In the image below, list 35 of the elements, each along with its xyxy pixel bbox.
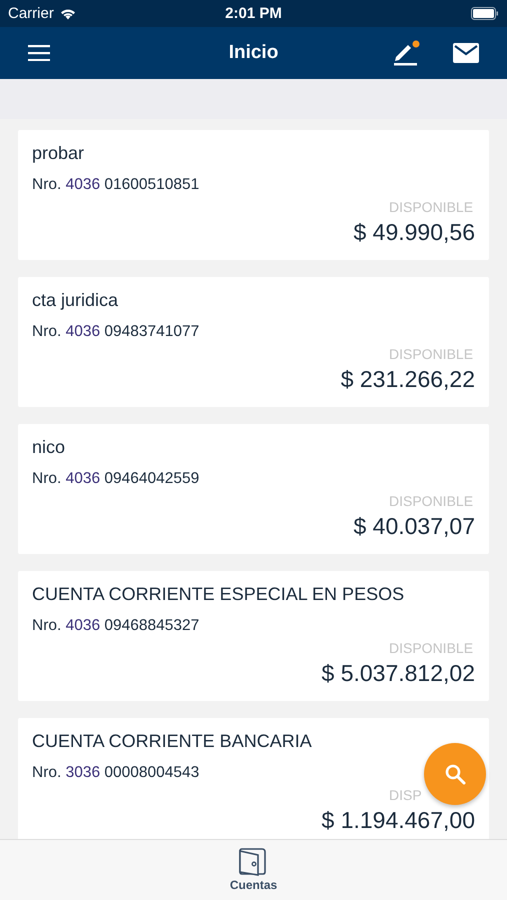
balance-label: DISPONIBLE (389, 346, 474, 362)
balance-amount: $ 49.990,56 (353, 219, 475, 246)
balance-label: DISPONIBLE (389, 199, 474, 215)
carrier-name: Carrier (8, 5, 54, 22)
account-number: Nro. 4036 09464042559 (32, 470, 200, 488)
account-card[interactable]: probar Nro. 4036 01600510851 DISPONIBLE $ 49.990,56 (18, 130, 489, 260)
account-number: Nro. 4036 09468845327 (32, 617, 200, 635)
battery-icon (471, 7, 499, 20)
account-name: nico (32, 437, 66, 458)
balance-amount: $ 231.266,22 (340, 366, 475, 393)
account-name: CUENTA CORRIENTE ESPECIAL EN PESOS (32, 584, 406, 605)
balance-amount: $ 1.194.467,00 (322, 807, 475, 834)
clock-time: 2:01 PM (225, 5, 282, 22)
balance-amount: $ 5.037.812,02 (322, 660, 475, 687)
pen-icon[interactable] (393, 40, 421, 66)
balance-label: DISPONIBLE (389, 493, 474, 509)
accounts-tab[interactable]: Cuentas (220, 840, 288, 900)
account-card[interactable]: CUENTA CORRIENTE BANCARIA Nro. 3036 00008004543 DISP $ 1.194.467,00 (18, 718, 489, 839)
screen-title: Inicio (228, 42, 278, 64)
account-name: cta juridica (32, 290, 120, 311)
mail-icon[interactable] (453, 43, 479, 63)
account-card[interactable]: cta juridica Nro. 4036 09483741077 DISPONIBLE $ 231.266,22 (18, 277, 489, 407)
balance-label: DISP (389, 787, 423, 803)
wifi-icon (60, 8, 76, 20)
balance-label: DISPONIBLE (389, 640, 474, 656)
account-name: probar (32, 143, 86, 164)
search-icon (443, 762, 467, 786)
account-number: Nro. 4036 01600510851 (32, 176, 200, 194)
account-number: Nro. 4036 09483741077 (32, 323, 200, 341)
account-card[interactable]: CUENTA CORRIENTE ESPECIAL EN PESOS Nro. 4036 09468845327 DISPONIBLE $ 5.037.812,02 (18, 571, 489, 701)
account-card[interactable]: nico Nro. 4036 09464042559 DISPONIBLE $ 40.037,07 (18, 424, 489, 554)
account-number: Nro. 3036 00008004543 (32, 764, 200, 782)
menu-icon[interactable] (28, 45, 50, 61)
account-name: CUENTA CORRIENTE BANCARIA (32, 731, 313, 752)
balance-amount: $ 40.037,07 (353, 513, 475, 540)
